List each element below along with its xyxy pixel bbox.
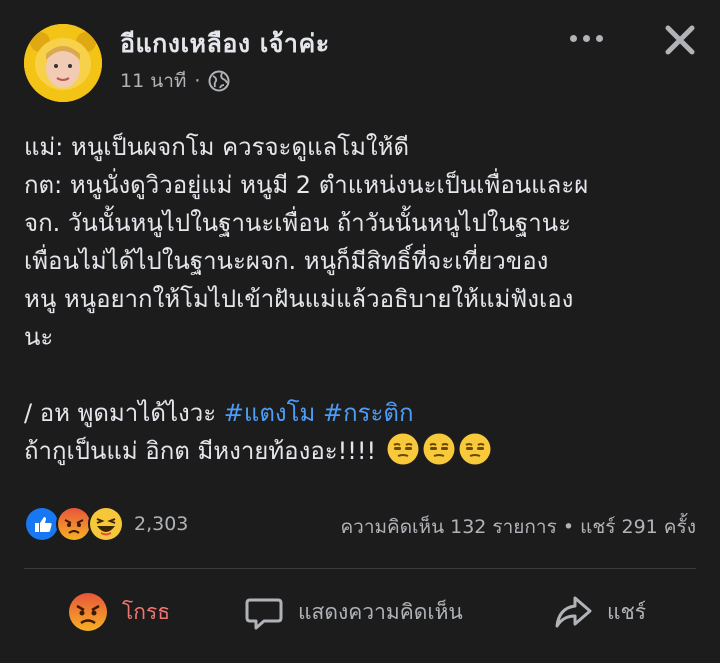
post-header: อีแกงเหลือง เจ้าค่ะ 11 นาที · [0, 0, 720, 110]
globe-icon [208, 70, 230, 92]
close-icon [665, 25, 695, 55]
post-line: จก. วันนั้นหนูไปในฐานะเพื่อน ถ้าวันนั้นห… [24, 209, 572, 237]
hashtag-link[interactable]: #แตงโม [224, 399, 316, 427]
dot-icon [582, 34, 590, 42]
post-line-text: ถ้ากูเป็นแม่ อิกต มีหงายท้องอะ!!!! [24, 437, 384, 465]
engagement-stats: ความคิดเห็น 132 รายการ • แชร์ 291 ครั้ง [340, 512, 696, 542]
like-reaction-icon [24, 506, 60, 542]
react-button[interactable]: โกรธ [68, 588, 170, 636]
post-line-text: / อห พูดมาได้ไงวะ [24, 399, 224, 427]
post-line: เพื่อนไม่ได้ไปในฐานะผจก. หนูก็มีสิทธิ์ที… [24, 247, 549, 275]
dot-icon [595, 34, 603, 42]
post-line: หนู หนูอยากให้โมไปเข้าฝันแม่แล้วอธิบายให… [24, 285, 574, 313]
unamused-face-emoji [387, 433, 419, 465]
haha-reaction-icon [88, 506, 124, 542]
react-label: โกรธ [122, 599, 171, 624]
divider [24, 568, 696, 569]
author-name[interactable]: อีแกงเหลือง เจ้าค่ะ [120, 24, 330, 64]
meta-separator: · [194, 70, 201, 92]
comment-label: แสดงความคิดเห็น [298, 599, 463, 624]
share-count-link[interactable]: แชร์ 291 ครั้ง [580, 516, 696, 538]
share-button[interactable]: แชร์ [553, 588, 646, 636]
dot-icon [569, 34, 577, 42]
hashtag-link[interactable]: #กระติก [323, 399, 414, 427]
unamused-face-emoji [459, 433, 491, 465]
post-meta: 11 นาที · [120, 66, 230, 96]
comment-button[interactable]: แสดงความคิดเห็น [244, 588, 463, 636]
reaction-summary[interactable]: 2,303 [24, 506, 188, 542]
share-icon [555, 596, 592, 628]
post-line: นะ [24, 323, 54, 351]
author-avatar[interactable] [24, 24, 102, 102]
close-button[interactable] [660, 20, 700, 60]
post-body: แม่: หนูเป็นผจกโม ควรจะดูแลโมให้ดี กต: ห… [24, 128, 704, 470]
unamused-face-emoji [423, 433, 455, 465]
avatar-image [24, 24, 102, 102]
angry-reaction-icon [69, 593, 107, 631]
post-time[interactable]: 11 นาที [120, 66, 186, 96]
comment-count-link[interactable]: ความคิดเห็น 132 รายการ [340, 516, 556, 538]
share-label: แชร์ [607, 599, 647, 624]
more-options-button[interactable] [566, 28, 606, 48]
stats-separator: • [562, 516, 575, 538]
reaction-count: 2,303 [134, 513, 189, 535]
angry-reaction-icon [56, 506, 92, 542]
post-line: แม่: หนูเป็นผจกโม ควรจะดูแลโมให้ดี [24, 133, 410, 161]
post-line: / อห พูดมาได้ไงวะ #แตงโม #กระติก [24, 394, 704, 432]
post-line: กต: หนูนั่งดูวิวอยู่แม่ หนูมี 2 ตำแหน่งน… [24, 171, 589, 199]
post-line: ถ้ากูเป็นแม่ อิกต มีหงายท้องอะ!!!! [24, 432, 704, 470]
comment-icon [245, 598, 283, 630]
action-bar: โกรธ แสดงความคิดเห็น แชร์ [0, 580, 720, 644]
